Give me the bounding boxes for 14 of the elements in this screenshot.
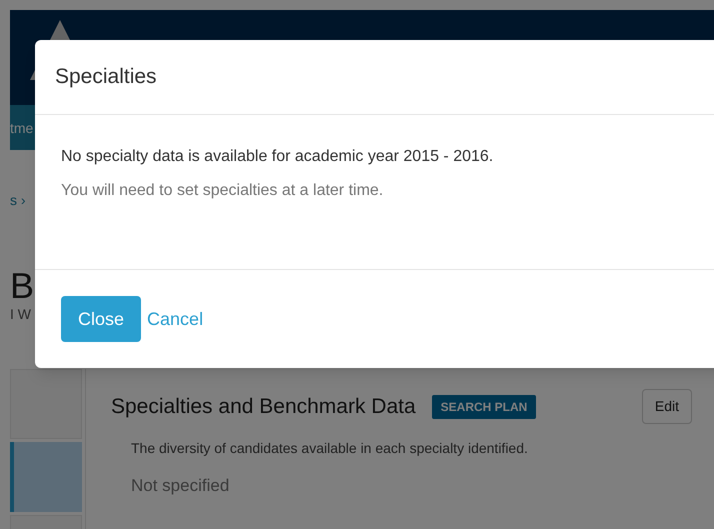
section-title: Specialties and Benchmark Data xyxy=(111,394,416,420)
dialog-title: Specialties xyxy=(55,64,157,90)
close-button[interactable]: Close xyxy=(61,296,142,342)
page-subtitle: I W xyxy=(10,306,31,322)
breadcrumb-link[interactable]: s › xyxy=(10,192,26,208)
search-plan-badge: SEARCH PLAN xyxy=(432,394,536,418)
nav-tab-text[interactable]: tme xyxy=(10,118,34,138)
cancel-link[interactable]: Cancel xyxy=(147,306,204,332)
section-description: The diversity of candidates available in each specialty identified. xyxy=(130,439,529,458)
edit-button[interactable]: Edit xyxy=(642,389,692,424)
dialog-message: No specialty data is available for academic year 2015 - 2016. xyxy=(61,147,494,167)
dialog-note: You will need to set specialties at a later time. xyxy=(61,181,384,201)
section-value: Not specified xyxy=(130,475,230,497)
page-heading: B xyxy=(10,265,34,306)
